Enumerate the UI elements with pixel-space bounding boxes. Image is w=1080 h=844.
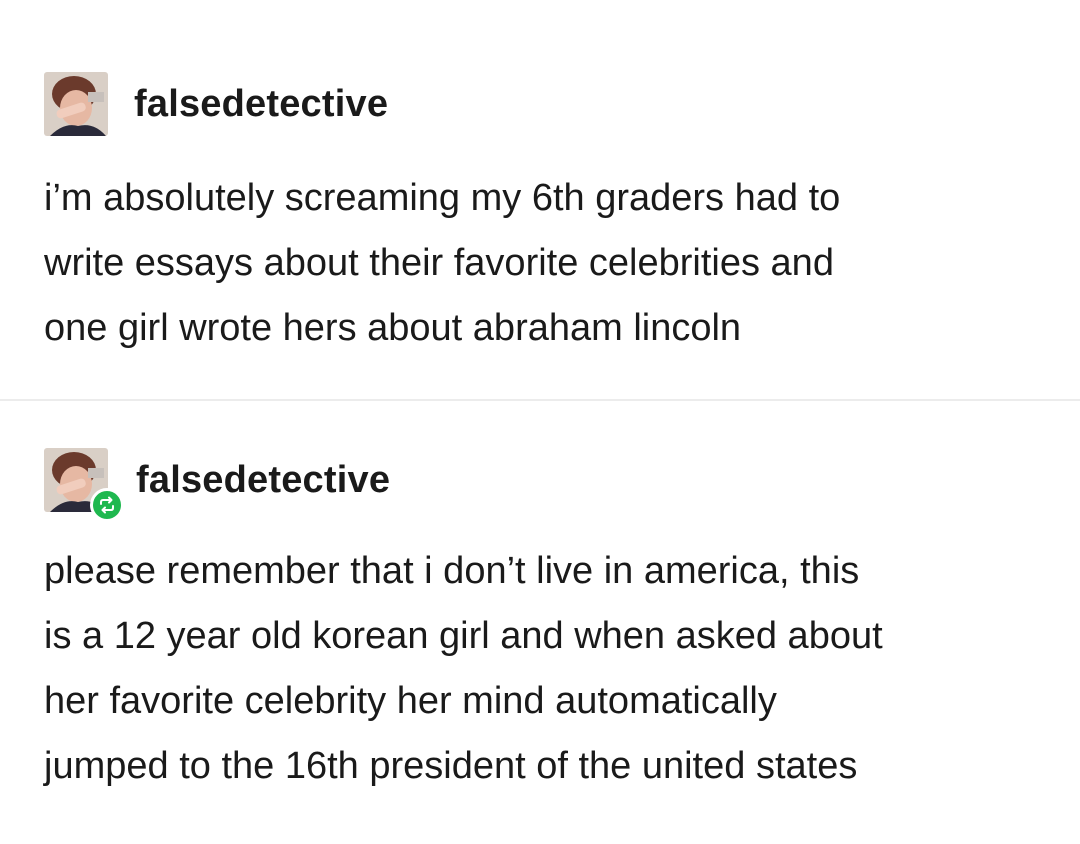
username[interactable]: falsedetective [136, 461, 390, 499]
post-body-line: please remember that i don’t live in ame… [44, 550, 860, 592]
user-avatar-icon[interactable] [44, 448, 124, 522]
avatar-image [44, 72, 108, 136]
post-body-line: is a 12 year old korean girl and when as… [44, 615, 883, 657]
post-body-line: her favorite celebrity her mind automati… [44, 680, 777, 722]
user-avatar-icon[interactable] [44, 72, 108, 136]
post-body: i’m absolutely screaming my 6th graders … [44, 166, 1044, 361]
reblog-icon [90, 488, 124, 522]
post-body-line: i’m absolutely screaming my 6th graders … [44, 177, 841, 219]
post-header: falsedetective [44, 72, 388, 136]
original-post: falsedetective i’m absolutely screaming … [0, 0, 1080, 400]
reblog-arrows-icon [100, 496, 114, 514]
post-body-line: one girl wrote hers about abraham lincol… [44, 307, 742, 349]
post-header: falsedetective [44, 448, 390, 522]
post-body: please remember that i don’t live in ame… [44, 539, 1044, 799]
username[interactable]: falsedetective [134, 85, 388, 123]
reblog-post: falsedetective please remember that i do… [0, 402, 1080, 844]
post-body-line: write essays about their favorite celebr… [44, 242, 834, 284]
post-divider [0, 399, 1080, 401]
post-body-line: jumped to the 16th president of the unit… [44, 745, 858, 787]
